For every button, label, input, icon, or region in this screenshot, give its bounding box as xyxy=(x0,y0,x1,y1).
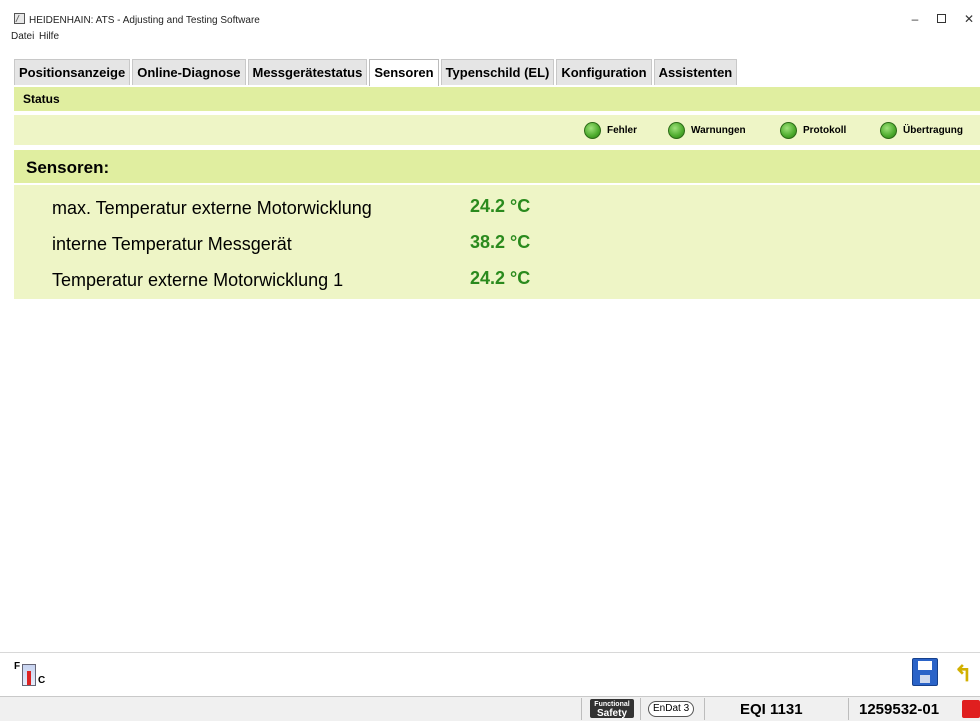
tab-positionsanzeige[interactable]: Positionsanzeige xyxy=(14,59,131,85)
title-bar: HEIDENHAIN: ATS - Adjusting and Testing … xyxy=(0,0,980,27)
status-footer xyxy=(0,696,980,721)
bottom-toolbar xyxy=(0,652,980,696)
fc-f-label: F xyxy=(14,661,21,672)
sensor-value: 24.2 °C xyxy=(470,268,531,288)
sensor-name: max. Temperatur externe Motorwicklung xyxy=(52,198,372,218)
tab-online-diagnose[interactable]: Online-Diagnose xyxy=(132,59,246,85)
led-icon xyxy=(668,121,685,139)
footer-divider xyxy=(704,698,705,720)
tab-strip: Positionsanzeige Online-Diagnose Messger… xyxy=(14,59,739,86)
back-icon[interactable]: ↰ xyxy=(950,659,978,687)
footer-divider xyxy=(581,698,582,720)
indicator-label: Protokoll xyxy=(803,124,847,136)
app-logo-icon xyxy=(14,13,25,24)
device-id-number: 1259532-01 xyxy=(859,701,940,718)
fahrenheit-celsius-toggle-icon[interactable]: F C xyxy=(14,661,48,689)
safety-label: Safety xyxy=(596,708,627,719)
fc-c-label: C xyxy=(38,675,46,686)
led-icon xyxy=(780,121,797,139)
back-arrow-glyph: ↰ xyxy=(954,661,973,686)
led-icon xyxy=(584,121,601,139)
connection-status-icon[interactable] xyxy=(962,700,980,718)
sensor-row: max. Temperatur externe Motorwicklung 24… xyxy=(14,189,980,225)
footer-divider xyxy=(848,698,849,720)
close-button[interactable]: ✕ xyxy=(954,11,980,27)
led-icon xyxy=(880,121,897,139)
indicator-fehler[interactable]: Fehler xyxy=(584,121,637,139)
status-header: Status xyxy=(14,87,980,111)
menu-hilfe[interactable]: Hilfe xyxy=(39,31,59,42)
sensor-value: 38.2 °C xyxy=(470,232,531,252)
status-label: Status xyxy=(23,92,60,106)
sensor-name: interne Temperatur Messgerät xyxy=(52,234,292,254)
save-icon[interactable] xyxy=(912,658,938,686)
functional-label: Functional xyxy=(594,701,630,708)
tab-assistenten[interactable]: Assistenten xyxy=(653,59,738,85)
tab-sensoren[interactable]: Sensoren xyxy=(369,59,439,86)
maximize-button[interactable] xyxy=(926,11,956,27)
indicator-label: Fehler xyxy=(607,124,638,136)
sensor-name: Temperatur externe Motorwicklung 1 xyxy=(52,270,344,290)
indicator-warnungen[interactable]: Warnungen xyxy=(668,121,746,139)
sensor-value: 24.2 °C xyxy=(470,196,531,216)
tab-typenschild[interactable]: Typenschild (EL) xyxy=(440,59,555,85)
sensor-row: interne Temperatur Messgerät 38.2 °C xyxy=(14,225,980,261)
menu-datei[interactable]: Datei xyxy=(11,31,34,42)
device-model: EQI 1131 xyxy=(740,701,803,718)
tab-messgeraetestatus[interactable]: Messgerätestatus xyxy=(247,59,368,85)
thermometer-icon xyxy=(22,664,36,686)
sensors-header: Sensoren: xyxy=(14,150,980,183)
footer-divider xyxy=(640,698,641,720)
indicator-label: Übertragung xyxy=(903,124,963,136)
sensor-list: max. Temperatur externe Motorwicklung 24… xyxy=(14,185,980,299)
indicator-uebertragung[interactable]: Übertragung xyxy=(880,121,963,139)
indicator-label: Warnungen xyxy=(691,124,746,136)
endat-badge: EnDat 3 xyxy=(648,701,695,717)
sensors-heading: Sensoren: xyxy=(26,158,110,177)
status-indicators: Fehler Warnungen Protokoll Übertragung xyxy=(14,115,980,145)
sensor-row: Temperatur externe Motorwicklung 1 24.2 … xyxy=(14,261,980,297)
tab-konfiguration[interactable]: Konfiguration xyxy=(556,59,652,85)
functional-safety-badge: Functional Safety xyxy=(590,699,634,719)
window-title: HEIDENHAIN: ATS - Adjusting and Testing … xyxy=(29,15,260,26)
indicator-protokoll[interactable]: Protokoll xyxy=(780,121,846,139)
maximize-icon xyxy=(936,14,946,23)
